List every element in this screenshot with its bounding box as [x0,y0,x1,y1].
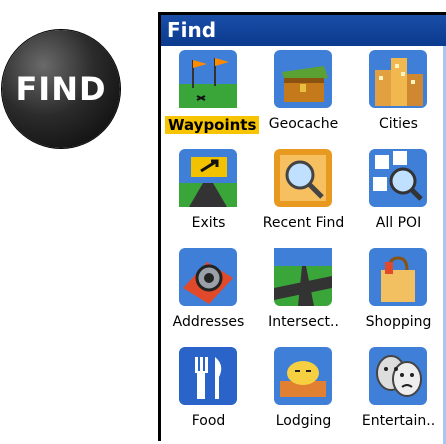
menu-item-label: Recent Find [262,215,345,231]
address-pin-icon [179,248,237,306]
menu-item-label: Lodging [275,413,332,429]
menu-item-label: Addresses [172,314,245,330]
all-poi-magnifier-icon [369,149,427,207]
menu-item-label: Shopping [365,314,432,330]
waypoint-flags-icon [179,50,237,108]
menu-item-shopping[interactable]: Shopping [351,244,446,343]
menu-item-label: Intersect.. [268,314,339,330]
menu-item-label: Geocache [268,116,339,132]
find-badge-text: FIND [15,70,107,108]
menu-item-intersection[interactable]: Intersect.. [256,244,351,343]
treasure-chest-icon [274,50,332,108]
menu-item-waypoints[interactable]: Waypoints [161,46,260,145]
highway-exit-icon [179,149,237,207]
device-screen: Find Waypoints Geocache Cities Exits Rec… [158,12,446,444]
menu-item-cities[interactable]: Cities [351,46,446,145]
menu-item-all-poi[interactable]: All POI [351,145,446,244]
menu-item-label: Exits [191,215,226,231]
menu-item-label: Entertain.. [361,413,436,429]
menu-item-addresses[interactable]: Addresses [161,244,256,343]
find-badge-icon: FIND [2,30,120,148]
menu-item-label: All POI [375,215,422,231]
window-title: Find [161,15,446,46]
menu-item-entertainment[interactable]: Entertain.. [351,343,446,442]
menu-item-lodging[interactable]: Lodging [256,343,351,442]
menu-item-food[interactable]: Food [161,343,256,442]
menu-item-geocache[interactable]: Geocache [256,46,351,145]
city-buildings-icon [369,50,427,108]
menu-item-label: Food [191,413,226,429]
menu-item-exits[interactable]: Exits [161,145,256,244]
theater-masks-icon [369,347,427,405]
menu-item-recent-find[interactable]: Recent Find [256,145,351,244]
menu-item-label: Waypoints [165,116,260,134]
fork-knife-icon [179,347,237,405]
lodging-sleep-icon [274,347,332,405]
find-menu-grid: Waypoints Geocache Cities Exits Recent F… [161,46,446,444]
intersection-road-icon [274,248,332,306]
recent-find-magnifier-icon [274,149,332,207]
shopping-bag-icon [369,248,427,306]
menu-item-label: Cities [379,116,418,132]
